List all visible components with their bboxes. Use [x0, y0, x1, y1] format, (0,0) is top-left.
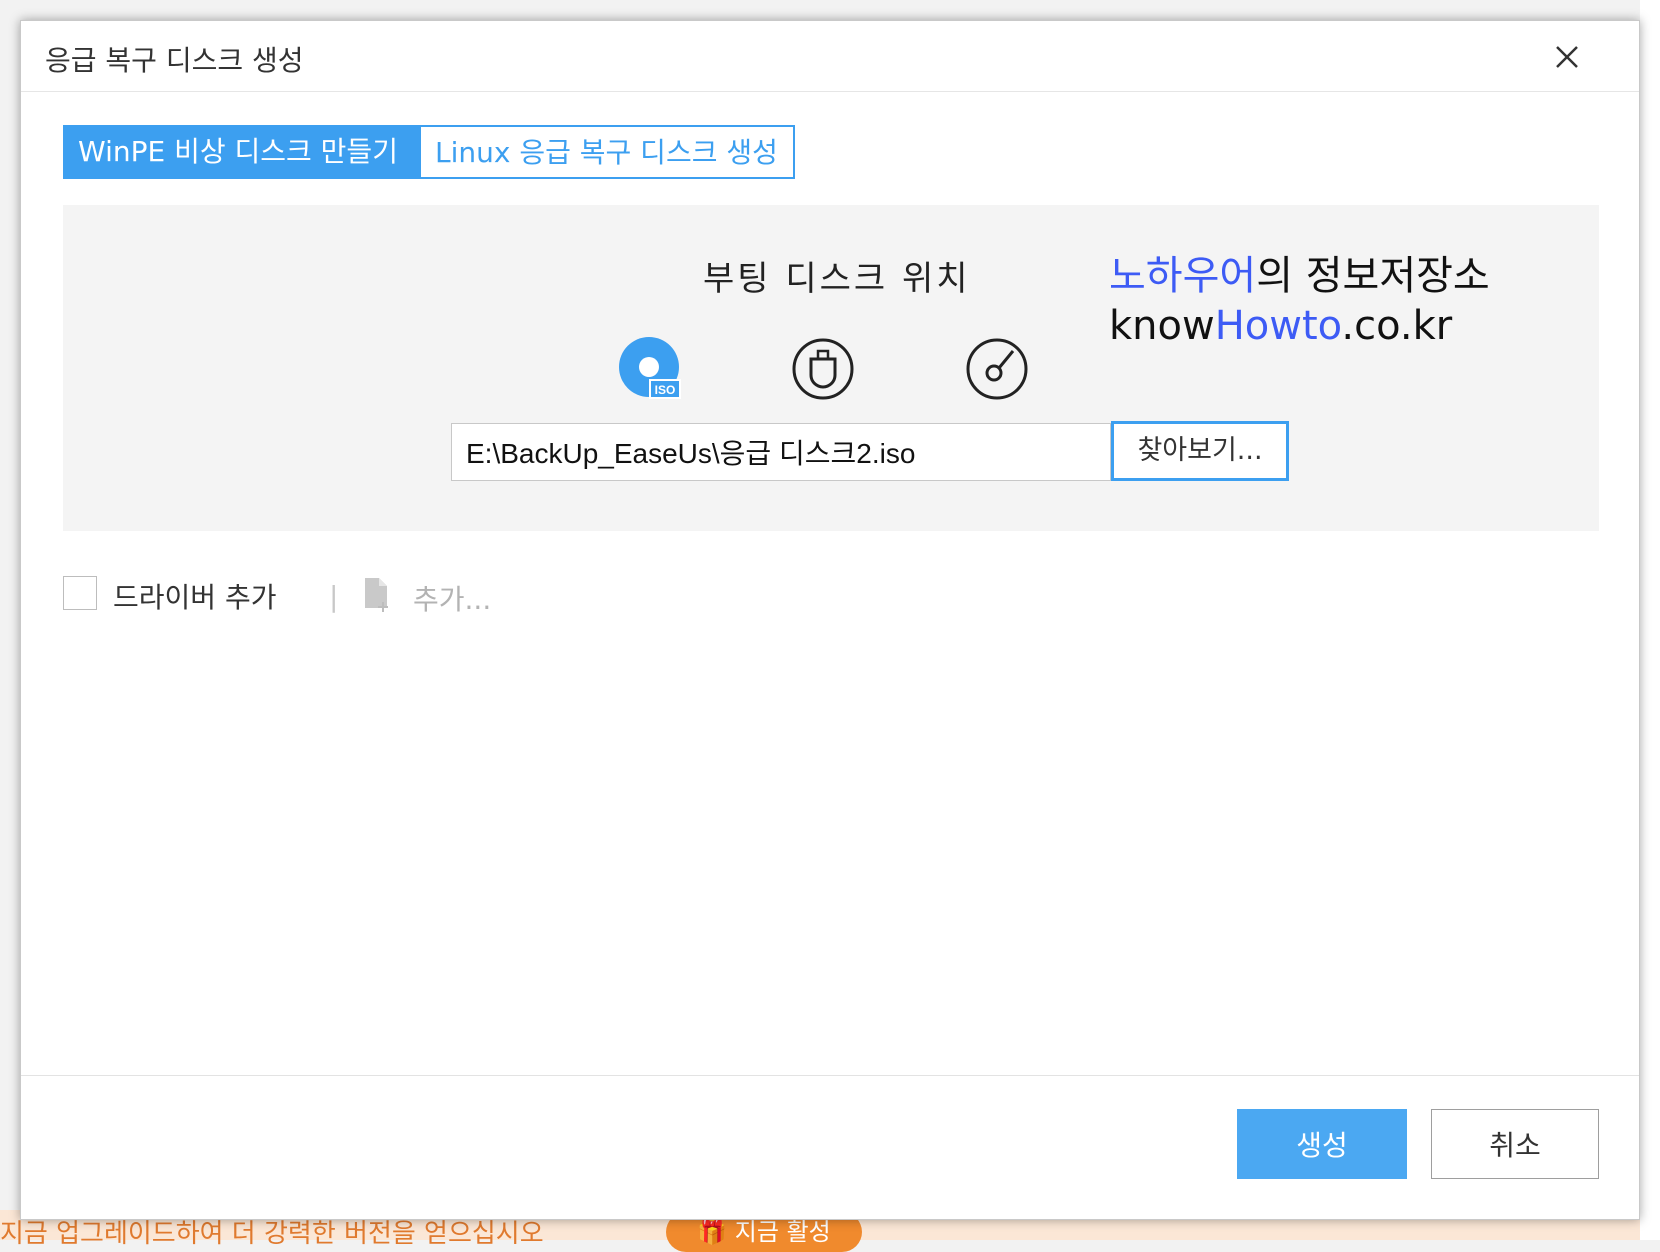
- dialog-title: 응급 복구 디스크 생성: [45, 44, 304, 77]
- rescue-disk-dialog: 응급 복구 디스크 생성 WinPE 비상 디스크 만들기 Linux 응급 복…: [20, 20, 1640, 1220]
- add-file-icon: [365, 578, 388, 612]
- tab-linux[interactable]: Linux 응급 복구 디스크 생성: [419, 125, 795, 179]
- watermark-brand-ko: 노하우어: [1109, 253, 1257, 299]
- create-button[interactable]: 생성: [1237, 1109, 1407, 1179]
- media-option-cd[interactable]: [965, 337, 1029, 401]
- disk-type-tabs: WinPE 비상 디스크 만들기 Linux 응급 복구 디스크 생성: [63, 125, 795, 179]
- watermark-domain-brand: Howto: [1214, 303, 1342, 349]
- media-option-usb[interactable]: [791, 337, 855, 401]
- watermark: 노하우어의 정보저장소 knowHowto.co.kr: [1109, 251, 1490, 351]
- watermark-line1: 노하우어의 정보저장소: [1109, 251, 1490, 301]
- watermark-tagline: 의 정보저장소: [1256, 253, 1490, 299]
- boot-location-panel: 부팅 디스크 위치 노하우어의 정보저장소 knowHowto.co.kr IS…: [63, 205, 1599, 531]
- add-driver-link[interactable]: 추가...: [413, 578, 491, 618]
- separator: |: [329, 580, 339, 613]
- watermark-line2: knowHowto.co.kr: [1109, 301, 1490, 351]
- footer-divider: [21, 1075, 1639, 1076]
- background-window-edge: [1640, 0, 1660, 1240]
- media-option-iso[interactable]: ISO: [619, 337, 683, 401]
- add-driver-checkbox[interactable]: [63, 576, 97, 610]
- iso-path-input[interactable]: [451, 423, 1111, 481]
- dialog-title-bar: 응급 복구 디스크 생성: [21, 21, 1639, 92]
- browse-button[interactable]: 찾아보기...: [1111, 421, 1289, 481]
- watermark-domain-post: .co.kr: [1341, 303, 1453, 349]
- iso-disc-icon: ISO: [619, 337, 681, 399]
- cd-dvd-icon: [966, 338, 1028, 400]
- svg-text:ISO: ISO: [655, 383, 676, 397]
- tab-winpe[interactable]: WinPE 비상 디스크 만들기: [63, 125, 419, 179]
- watermark-domain-pre: know: [1109, 303, 1215, 349]
- add-driver-label: 드라이버 추가: [113, 581, 277, 614]
- cancel-button[interactable]: 취소: [1431, 1109, 1599, 1179]
- boot-location-heading: 부팅 디스크 위치: [703, 259, 971, 299]
- usb-drive-icon: [792, 338, 854, 400]
- close-button[interactable]: [1551, 41, 1583, 73]
- close-icon: [1556, 46, 1578, 68]
